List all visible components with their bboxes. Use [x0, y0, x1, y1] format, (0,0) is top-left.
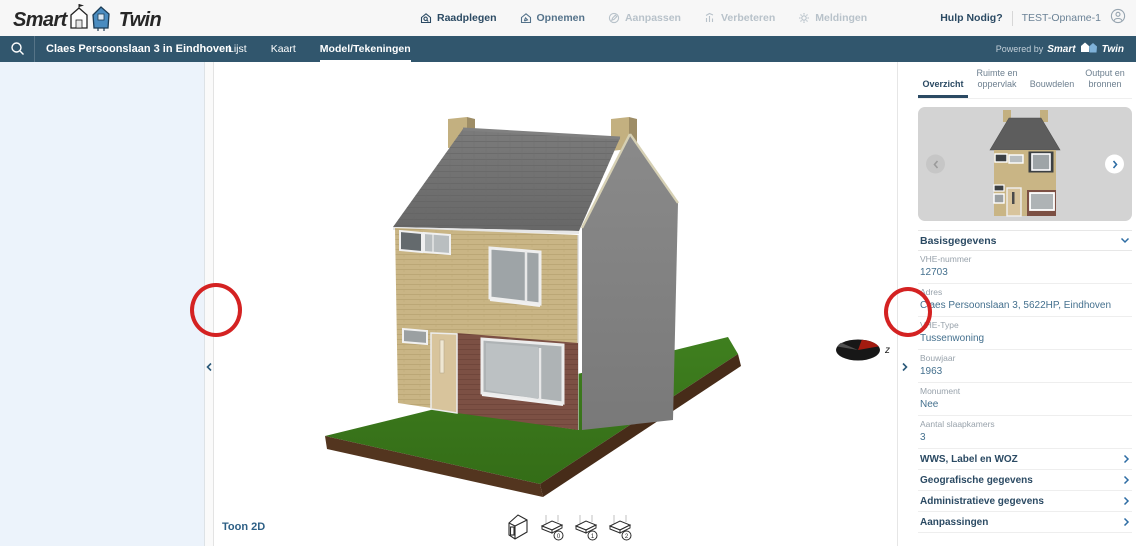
section-label: Administratieve gegevens — [920, 495, 1044, 507]
details-panel: Overzicht Ruimte en oppervlak Bouwdelen … — [912, 62, 1136, 546]
collapse-left-strip[interactable] — [205, 62, 214, 546]
divider — [1011, 10, 1013, 26]
search-icon[interactable] — [10, 41, 26, 62]
house-3d-model[interactable] — [300, 100, 890, 500]
floor-selector: 0 1 2 — [505, 512, 633, 546]
field-value: Claes Persoonslaan 3, 5622HP, Eindhoven — [920, 300, 1112, 311]
house-pencil-icon — [520, 12, 532, 24]
field-value: 1963 — [920, 366, 943, 377]
field-vhe-type: VHE-Type Tussenwoning — [918, 317, 1132, 350]
section-geografische-gegevens[interactable]: Geografische gegevens — [918, 470, 1132, 491]
menu-item-aanpassen[interactable]: Aanpassen — [608, 12, 681, 24]
field-bouwjaar: Bouwjaar 1963 — [918, 350, 1132, 383]
menu-item-label: Raadplegen — [437, 12, 497, 24]
menu-item-label: Opnemen — [536, 12, 585, 24]
field-label: Monument — [920, 386, 961, 396]
menu-item-verbeteren[interactable]: Verbeteren — [704, 12, 775, 24]
property-photo-front — [989, 110, 1061, 217]
toon-2d-button[interactable]: Toon 2D — [222, 521, 265, 533]
chevron-right-icon — [902, 362, 908, 372]
section-label: WWS, Label en WOZ — [920, 453, 1018, 465]
main-menu: Raadplegen Opnemen Aanpassen Verbeteren … — [420, 0, 867, 36]
menu-item-meldingen[interactable]: Meldingen — [798, 12, 867, 24]
pencil-icon — [608, 12, 620, 24]
gear-icon — [798, 12, 810, 24]
field-label: VHE-Type — [920, 320, 959, 330]
compass-z-label: z — [884, 345, 890, 356]
menu-item-label: Meldingen — [815, 12, 868, 24]
logo-houses-icon — [69, 4, 117, 36]
chevron-right-icon — [1123, 475, 1130, 485]
account-icon[interactable] — [1110, 8, 1126, 29]
powered-brand-right: Twin — [1101, 43, 1124, 55]
chevron-right-icon — [1123, 517, 1130, 527]
field-aantal-slaapkamers: Aantal slaapkamers 3 — [918, 416, 1132, 449]
menu-item-opnemen[interactable]: Opnemen — [520, 12, 585, 24]
powered-by: Powered by Smart Twin — [996, 36, 1124, 62]
menu-item-label: Aanpassen — [624, 12, 681, 24]
section-wws-label-en-woz[interactable]: WWS, Label en WOZ — [918, 449, 1132, 470]
collapse-right-strip[interactable] — [897, 62, 913, 546]
field-monument: Monument Nee — [918, 383, 1132, 416]
powered-by-label: Powered by — [995, 44, 1044, 54]
tab-ruimte-en-oppervlak[interactable]: Ruimte en oppervlak — [968, 68, 1026, 98]
section-aanpassingen[interactable]: Aanpassingen — [918, 512, 1132, 533]
field-label: Aantal slaapkamers — [920, 419, 995, 429]
tab-lijst[interactable]: Lijst — [228, 36, 247, 62]
menu-item-raadplegen[interactable]: Raadplegen — [420, 12, 497, 24]
app-logo[interactable]: Smart Twin — [13, 4, 162, 36]
details-tabs: Overzicht Ruimte en oppervlak Bouwdelen … — [918, 62, 1132, 99]
carousel-prev-button[interactable] — [926, 154, 945, 174]
powered-brand-left: Smart — [1047, 43, 1076, 55]
tab-model-tekeningen[interactable]: Model/Tekeningen — [319, 36, 411, 62]
top-bar: Smart Twin Raadplegen Opnemen Aanpassen … — [0, 0, 1136, 37]
field-label: VHE-nummer — [920, 254, 972, 264]
field-label: Adres — [920, 287, 943, 297]
compass-gizmo[interactable]: z — [835, 338, 899, 364]
floor-2-button[interactable]: 2 — [608, 513, 633, 546]
chevron-right-icon — [1123, 496, 1130, 506]
field-value: Tussenwoning — [920, 333, 985, 344]
chevron-right-icon — [1123, 454, 1130, 464]
tab-overzicht[interactable]: Overzicht — [918, 79, 968, 98]
property-nav-bar: Claes Persoonslaan 3 in Eindhoven Lijst … — [0, 36, 1136, 62]
left-side-panel — [0, 62, 205, 546]
property-title: Claes Persoonslaan 3 in Eindhoven — [46, 43, 232, 55]
section-title: Basisgegevens — [920, 234, 997, 247]
chevron-left-icon — [206, 362, 212, 372]
field-adres: Adres Claes Persoonslaan 3, 5622HP, Eind… — [918, 284, 1132, 317]
chevron-down-icon — [1120, 237, 1130, 244]
tab-kaart[interactable]: Kaart — [271, 36, 296, 62]
divider — [34, 36, 35, 62]
chart-icon — [704, 12, 716, 24]
field-label: Bouwjaar — [920, 353, 956, 363]
tab-bouwdelen[interactable]: Bouwdelen — [1026, 79, 1078, 98]
carousel-next-button[interactable] — [1105, 154, 1124, 174]
powered-houses-icon — [1080, 40, 1098, 58]
show-all-floors-button[interactable] — [505, 512, 531, 546]
field-value: 3 — [920, 432, 926, 443]
house-search-icon — [420, 12, 432, 24]
photo-carousel — [918, 107, 1132, 221]
smart-twin-app: Smart Twin Raadplegen Opnemen Aanpassen … — [0, 0, 1136, 546]
floor-1-button[interactable]: 1 — [574, 513, 599, 546]
tab-output-en-bronnen[interactable]: Output en bronnen — [1078, 68, 1132, 98]
field-value: 12703 — [920, 267, 948, 278]
field-value: Nee — [920, 399, 939, 410]
section-label: Geografische gegevens — [920, 474, 1033, 486]
session-selector[interactable]: TEST-Opname-1 — [1022, 12, 1101, 24]
floor-0-button[interactable]: 0 — [540, 513, 565, 546]
top-right-controls: Hulp Nodig? TEST-Opname-1 — [940, 0, 1126, 36]
basisgegevens-header[interactable]: Basisgegevens — [918, 230, 1132, 251]
menu-item-label: Verbeteren — [720, 12, 776, 24]
logo-text-left: Smart — [13, 8, 67, 31]
section-label: Aanpassingen — [920, 516, 989, 528]
section-administratieve-gegevens[interactable]: Administratieve gegevens — [918, 491, 1132, 512]
logo-text-right: Twin — [118, 8, 162, 31]
view-tabs: Lijst Kaart Model/Tekeningen — [228, 36, 411, 62]
field-vhe-nummer: VHE-nummer 12703 — [918, 251, 1132, 284]
help-link[interactable]: Hulp Nodig? — [940, 12, 1002, 24]
